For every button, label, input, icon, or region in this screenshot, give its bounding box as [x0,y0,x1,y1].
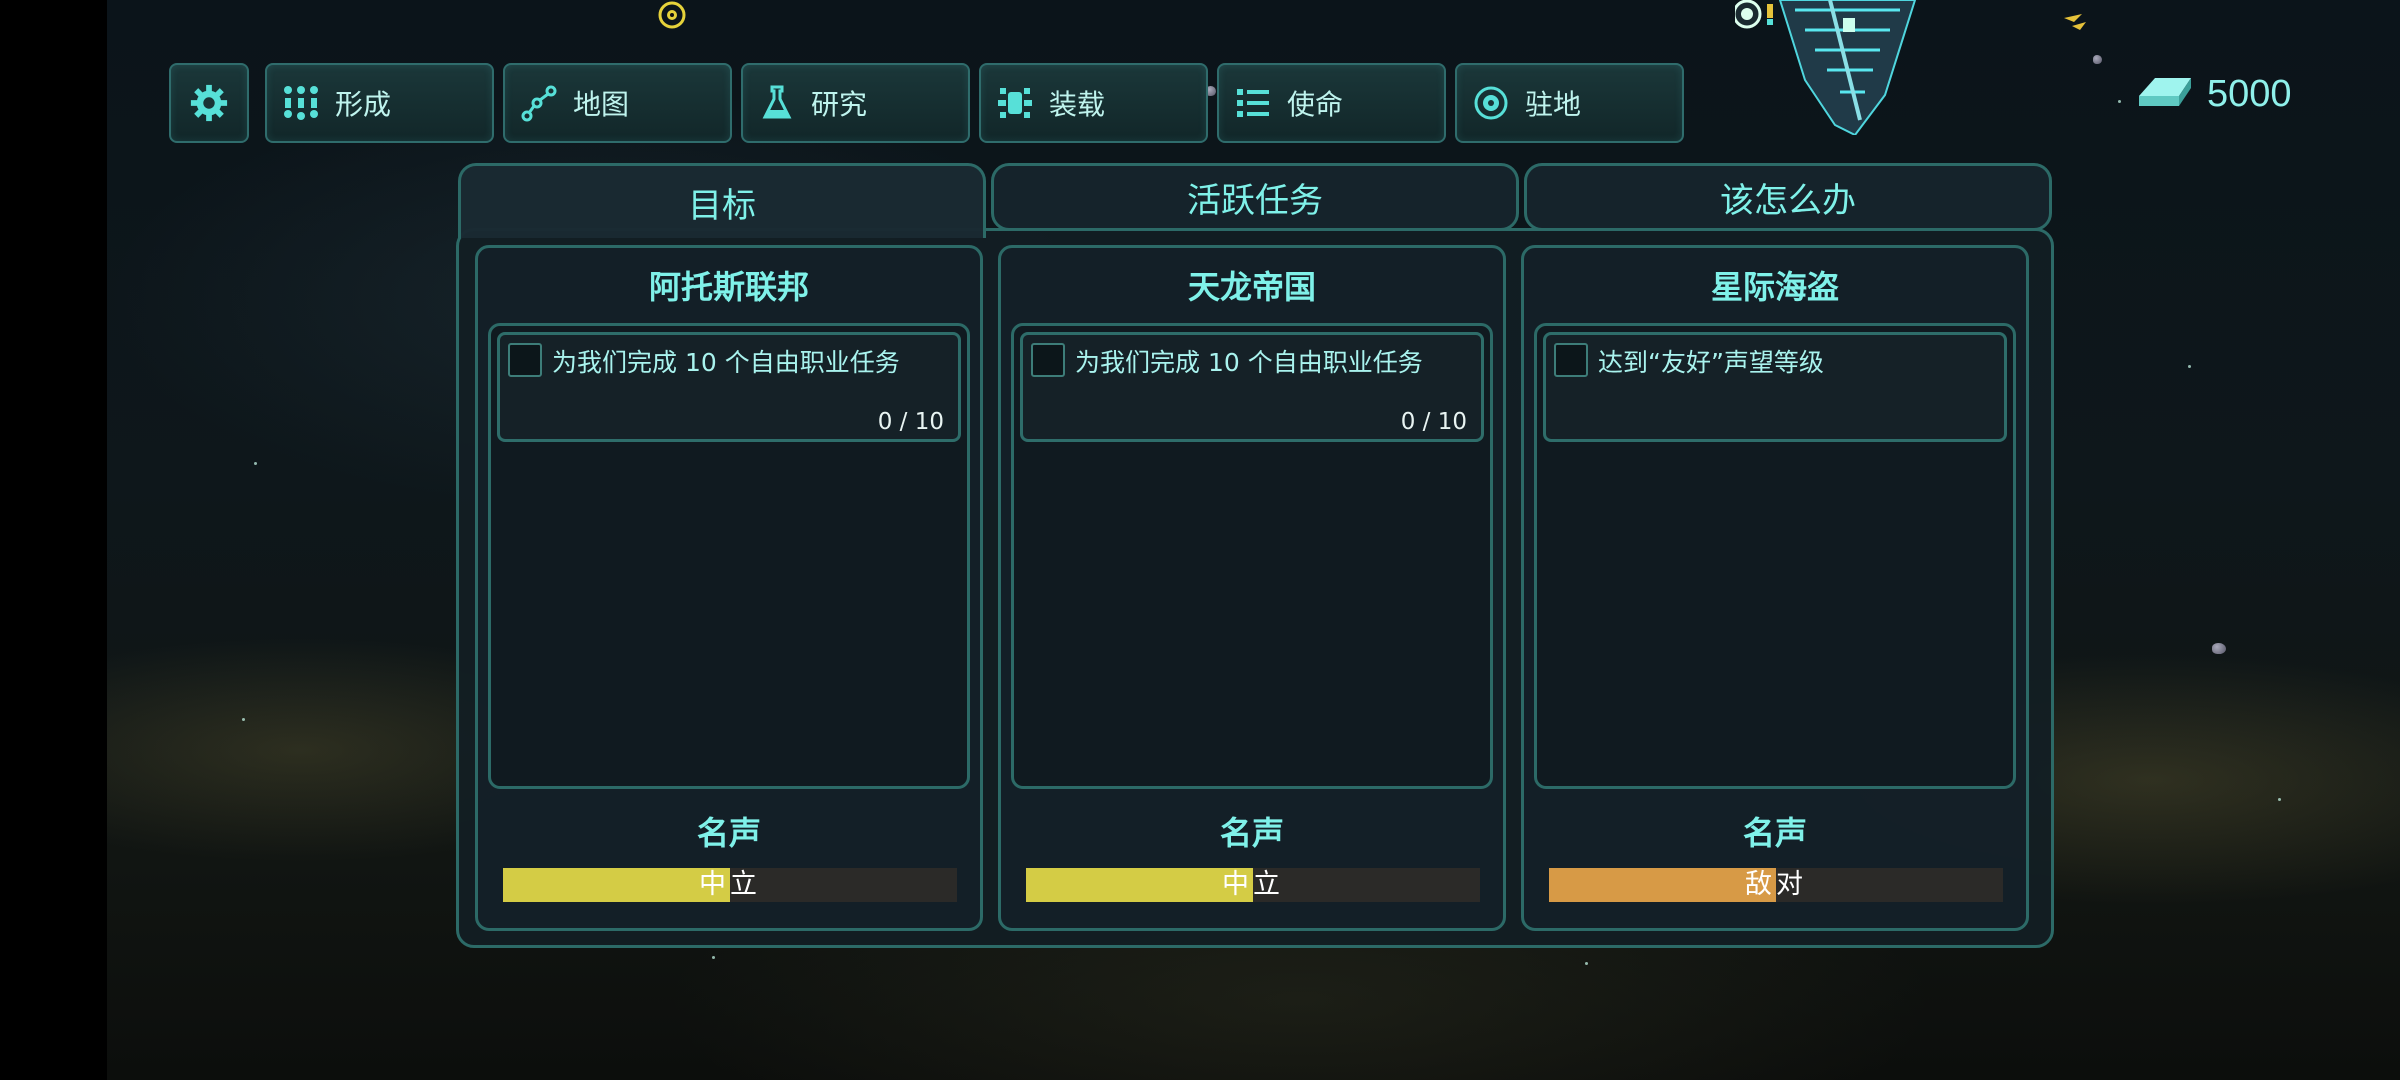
task-checkbox[interactable] [1554,343,1588,377]
nav-research-button[interactable]: 研究 [741,63,970,143]
faction-column-atos: 阿托斯联邦 为我们完成 10 个自由职业任务 0 / 10 名声 中立 [475,245,983,931]
faction-task-list: 为我们完成 10 个自由职业任务 0 / 10 [1011,323,1493,789]
letterbox-left [0,0,107,1080]
faction-name: 阿托斯联邦 [648,268,809,306]
nav-formation-button[interactable]: 形成 [265,63,494,143]
map-nodes-icon [519,83,559,123]
star [2188,365,2191,368]
nav-loadout-button[interactable]: 装载 [979,63,1208,143]
faction-name: 天龙帝国 [1187,268,1316,306]
reputation-status: 中立 [1222,869,1284,900]
reputation-label: 名声 [1742,814,1807,852]
nav-research-label: 研究 [811,88,868,121]
nav-loadout-label: 装载 [1049,88,1106,121]
nav-mission-label: 使命 [1287,88,1344,121]
currency-value: 5000 [2207,72,2292,115]
nav-mission-button[interactable]: 使命 [1217,63,1446,143]
star [2278,798,2281,801]
reputation-status: 敌对 [1745,869,1807,900]
ingot-icon [2135,70,2195,118]
nav-formation-label: 形成 [335,88,392,121]
asteroid [2093,55,2102,64]
task-item[interactable]: 为我们完成 10 个自由职业任务 0 / 10 [1020,332,1484,442]
tab-objectives[interactable]: 目标 [458,163,986,238]
task-progress: 0 / 10 [877,409,944,435]
reputation-bar: 敌对 [1549,868,2003,902]
nav-map-label: 地图 [573,88,630,121]
formation-icon [281,83,321,123]
faction-task-list: 达到“友好”声望等级 [1534,323,2016,789]
nav-base-button[interactable]: 驻地 [1455,63,1684,143]
tab-what-to-do[interactable]: 该怎么办 [1524,163,2052,231]
task-item[interactable]: 达到“友好”声望等级 [1543,332,2007,442]
tab-objectives-label: 目标 [688,185,756,226]
loadout-icon [995,83,1035,123]
task-text: 为我们完成 10 个自由职业任务 [1075,348,1423,377]
asteroid [2212,643,2226,654]
star [242,718,245,721]
list-icon [1233,83,1273,123]
task-item[interactable]: 为我们完成 10 个自由职业任务 0 / 10 [497,332,961,442]
task-text: 达到“友好”声望等级 [1598,348,1824,377]
settings-button[interactable] [169,63,249,143]
reputation-bar: 中立 [503,868,957,902]
task-checkbox[interactable] [1031,343,1065,377]
enemy-marker-icon[interactable] [2060,10,2090,32]
flask-icon [757,83,797,123]
star [2118,100,2121,103]
base-gear-icon [1471,83,1511,123]
task-progress: 0 / 10 [1400,409,1467,435]
faction-task-list: 为我们完成 10 个自由职业任务 0 / 10 [488,323,970,789]
reputation-bar: 中立 [1026,868,1480,902]
gear-icon [189,83,229,123]
tab-active-missions-label: 活跃任务 [1187,180,1323,221]
faction-column-pirates: 星际海盗 达到“友好”声望等级 名声 敌对 [1521,245,2029,931]
faction-name: 星际海盗 [1710,268,1839,306]
reputation-label: 名声 [696,814,761,852]
game-viewport: 形成 地图 研究 装载 使命 驻地 5000 目标 活跃任务 该怎么办 阿托斯联… [0,0,2400,1080]
task-text: 为我们完成 10 个自由职业任务 [552,348,900,377]
waypoint-marker-icon[interactable] [656,0,688,32]
task-checkbox[interactable] [508,343,542,377]
reputation-label: 名声 [1219,814,1284,852]
currency-display: 5000 [2135,66,2292,122]
tab-what-to-do-label: 该怎么办 [1720,180,1856,221]
faction-column-tianlong: 天龙帝国 为我们完成 10 个自由职业任务 0 / 10 名声 中立 [998,245,1506,931]
reputation-status: 中立 [699,869,761,900]
star [254,462,257,465]
star [1585,962,1588,965]
tab-active-missions[interactable]: 活跃任务 [991,163,1519,231]
star [712,956,715,959]
player-ship[interactable] [1732,0,1925,137]
nav-base-label: 驻地 [1525,88,1582,121]
nav-map-button[interactable]: 地图 [503,63,732,143]
